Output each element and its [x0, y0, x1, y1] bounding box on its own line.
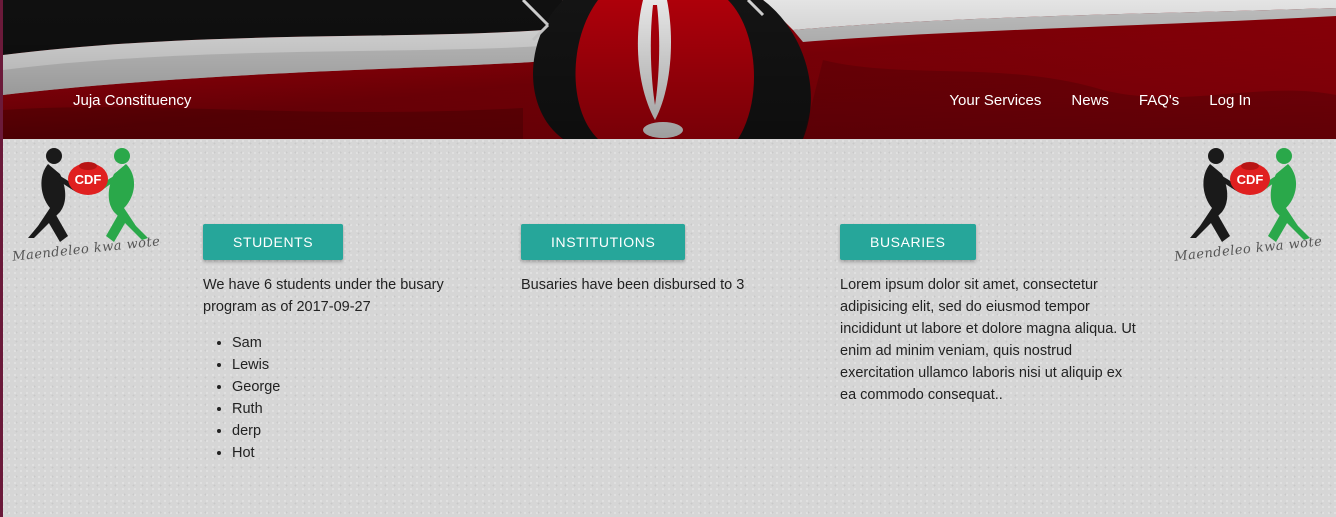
- list-item: Sam: [232, 332, 463, 354]
- cdf-logo-left: CDF Maendeleo kwa wote: [8, 146, 168, 272]
- main-nav: Your Services News FAQ's Log In: [949, 92, 1251, 109]
- list-item: derp: [232, 420, 463, 442]
- students-button[interactable]: STUDENTS: [203, 224, 344, 260]
- students-section: STUDENTS We have 6 students under the bu…: [203, 224, 463, 464]
- students-list: Sam Lewis George Ruth derp Hot: [203, 332, 463, 464]
- nav-log-in[interactable]: Log In: [1209, 92, 1251, 109]
- busaries-section: BUSARIES Lorem ipsum dolor sit amet, con…: [840, 224, 1140, 406]
- institutions-button[interactable]: INSTITUTIONS: [521, 224, 686, 260]
- institutions-summary: Busaries have been disbursed to 3: [521, 277, 745, 293]
- students-summary: We have 6 students under the busary prog…: [203, 277, 444, 315]
- svg-text:CDF: CDF: [75, 172, 102, 187]
- busaries-button[interactable]: BUSARIES: [840, 224, 976, 260]
- list-item: Ruth: [232, 398, 463, 420]
- busaries-text: Lorem ipsum dolor sit amet, consectetur …: [840, 277, 1136, 403]
- list-item: Hot: [232, 442, 463, 464]
- list-item: Lewis: [232, 354, 463, 376]
- institutions-section: INSTITUTIONS Busaries have been disburse…: [521, 224, 821, 296]
- header-banner: Juja Constituency Your Services News FAQ…: [3, 0, 1336, 139]
- nav-your-services[interactable]: Your Services: [949, 92, 1041, 109]
- nav-faqs[interactable]: FAQ's: [1139, 92, 1179, 109]
- list-item: George: [232, 376, 463, 398]
- cdf-logo-right: CDF Maendeleo kwa wote: [1170, 146, 1330, 272]
- banner-shade: [3, 0, 1336, 139]
- svg-text:CDF: CDF: [1237, 172, 1264, 187]
- brand-link[interactable]: Juja Constituency: [73, 92, 191, 109]
- nav-news[interactable]: News: [1071, 92, 1109, 109]
